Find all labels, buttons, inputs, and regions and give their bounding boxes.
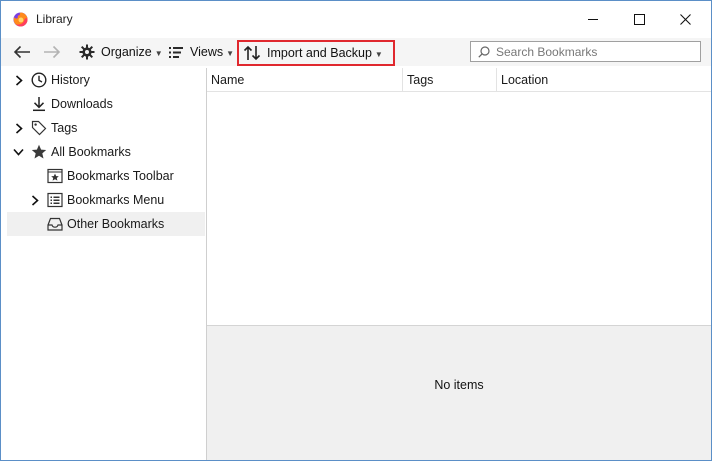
folder-tray-icon: [47, 216, 63, 232]
views-label: Views: [190, 45, 224, 59]
views-menu-button[interactable]: Views ▼: [169, 38, 234, 66]
import-and-backup-label: Import and Backup: [267, 46, 372, 60]
bookmark-list-header: Name Tags Location: [207, 68, 711, 92]
chevron-down-icon: ▼: [226, 48, 235, 58]
import-export-arrows-icon: [243, 45, 261, 61]
sidebar-item-label: Other Bookmarks: [67, 217, 165, 231]
gear-icon: [79, 44, 95, 60]
column-header-name[interactable]: Name: [211, 68, 244, 91]
details-pane: No items: [207, 325, 711, 460]
sidebar-item-label: History: [51, 73, 90, 87]
sidebar-item-all-bookmarks[interactable]: All Bookmarks: [7, 140, 205, 164]
search-box[interactable]: [470, 41, 701, 62]
search-input[interactable]: [494, 43, 698, 60]
empty-state-text: No items: [434, 378, 484, 392]
column-divider[interactable]: [496, 68, 497, 91]
title-bar: Library: [1, 1, 711, 38]
star-icon: [31, 144, 47, 160]
column-header-tags[interactable]: Tags: [407, 68, 433, 91]
forward-button[interactable]: [43, 38, 65, 66]
import-and-backup-button[interactable]: Import and Backup ▼: [237, 40, 395, 66]
chevron-right-icon[interactable]: [29, 194, 41, 206]
chevron-down-icon[interactable]: [12, 146, 24, 158]
maximize-button[interactable]: [616, 1, 662, 38]
column-divider[interactable]: [402, 68, 403, 91]
column-header-location[interactable]: Location: [501, 68, 548, 91]
list-view-icon: [169, 46, 183, 58]
sidebar-item-label: All Bookmarks: [51, 145, 131, 159]
bookmark-list[interactable]: [207, 92, 711, 325]
window-title: Library: [36, 12, 73, 26]
sidebar-item-bookmarks-menu[interactable]: Bookmarks Menu: [7, 188, 205, 212]
sidebar-item-label: Bookmarks Toolbar: [67, 169, 174, 183]
chevron-right-icon[interactable]: [13, 74, 25, 86]
download-icon: [31, 96, 47, 112]
minimize-button[interactable]: [570, 1, 616, 38]
sidebar-item-label: Downloads: [51, 97, 113, 111]
maximize-icon: [633, 14, 645, 25]
column-label: Name: [211, 72, 245, 87]
minimize-icon: [587, 19, 598, 20]
organize-label: Organize: [101, 45, 152, 59]
sidebar-item-label: Tags: [51, 121, 78, 135]
chevron-down-icon: ▼: [374, 49, 383, 59]
sidebar-item-history[interactable]: History: [7, 68, 205, 92]
bookmarks-toolbar-icon: [47, 168, 63, 184]
arrow-left-icon: [13, 45, 30, 59]
sidebar-item-bookmarks-toolbar[interactable]: Bookmarks Toolbar: [7, 164, 205, 188]
library-window: Library Organize ▼ Views ▼ Import and Ba…: [0, 0, 712, 461]
sidebar-item-label: Bookmarks Menu: [67, 193, 165, 207]
firefox-logo-icon: [13, 12, 28, 27]
sidebar-tree: History Downloads Tags All Bookmarks Boo…: [7, 68, 205, 458]
chevron-right-icon[interactable]: [13, 122, 25, 134]
bookmarks-menu-icon: [47, 192, 63, 208]
column-label: Tags: [407, 72, 434, 87]
column-label: Location: [501, 72, 549, 87]
clock-icon: [31, 72, 47, 88]
close-button[interactable]: [662, 1, 708, 38]
sidebar-item-other-bookmarks[interactable]: Other Bookmarks: [7, 212, 205, 236]
toolbar: Organize ▼ Views ▼ Import and Backup ▼: [1, 38, 711, 66]
arrow-right-icon: [44, 45, 61, 59]
sidebar-item-downloads[interactable]: Downloads: [7, 92, 205, 116]
sidebar-item-tags[interactable]: Tags: [7, 116, 205, 140]
tag-icon: [31, 120, 47, 136]
organize-menu-button[interactable]: Organize ▼: [79, 38, 163, 66]
back-button[interactable]: [13, 38, 35, 66]
chevron-down-icon: ▼: [154, 48, 163, 58]
close-icon: [679, 14, 691, 25]
search-icon: [478, 45, 490, 58]
